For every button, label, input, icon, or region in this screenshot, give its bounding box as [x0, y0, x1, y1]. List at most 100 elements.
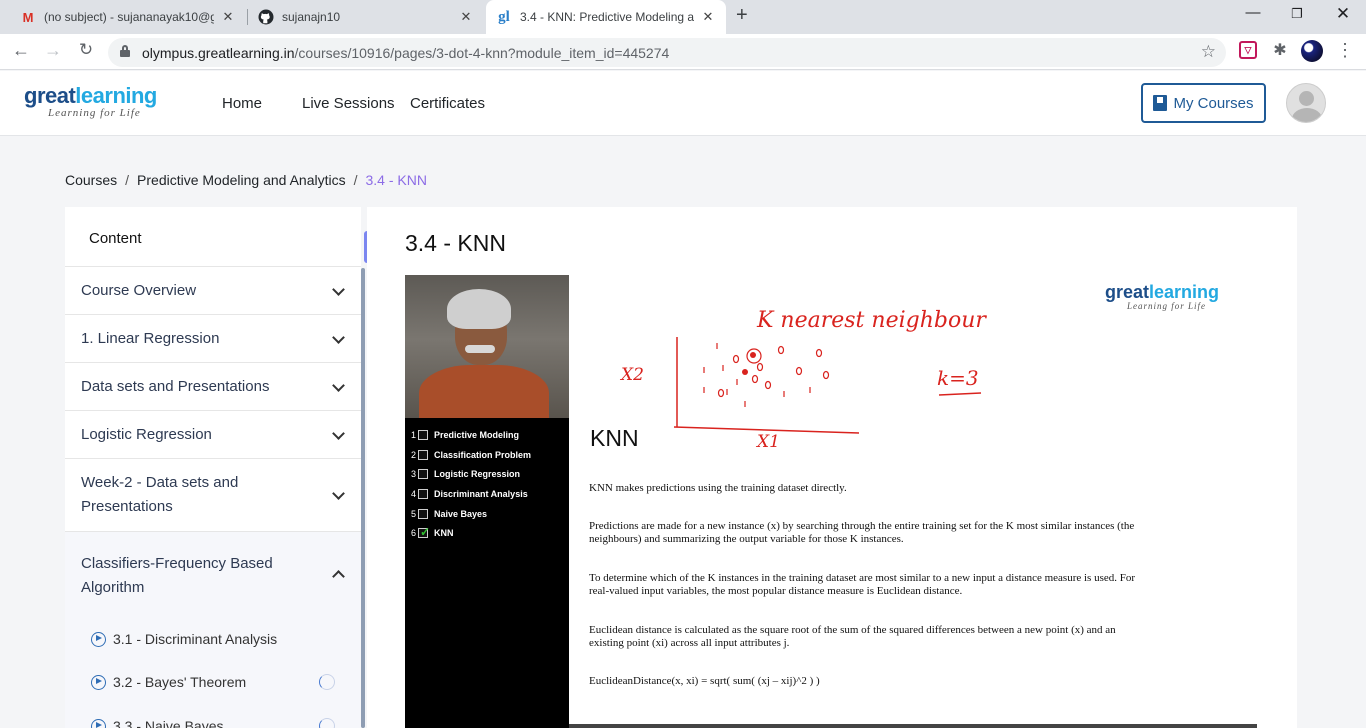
chevron-down-icon: [332, 378, 345, 392]
slide-paragraph: KNN makes predictions using the training…: [589, 482, 847, 494]
lecture-slide: greatlearning Learning for Life K neares…: [569, 275, 1257, 724]
back-icon[interactable]: ←: [9, 40, 33, 61]
close-icon[interactable]: ✕: [700, 9, 716, 25]
topic-item: 6 ✓ KNN: [411, 525, 454, 540]
sidebar-title: Content: [65, 207, 361, 267]
progress-ring-icon: [319, 718, 335, 728]
hw-k-value: k=3: [937, 366, 979, 390]
sidebar-section-logistic-regression[interactable]: Logistic Regression: [65, 411, 361, 459]
slide-paragraph: Predictions are made for a new instance …: [589, 520, 1135, 545]
section-label: Logistic Regression: [81, 425, 212, 443]
chevron-down-icon: [332, 487, 345, 500]
browser-toolbar: ← → ↻ olympus.greatlearning.in/courses/1…: [0, 34, 1366, 70]
forward-icon[interactable]: →: [41, 40, 65, 61]
close-icon[interactable]: ✕: [220, 9, 236, 25]
extensions-puzzle-icon[interactable]: ✱: [1271, 41, 1289, 59]
greatlearning-logo[interactable]: greatlearning Learning for Life: [24, 85, 157, 119]
tab-github[interactable]: sujanajn10 ✕: [248, 0, 484, 34]
close-icon[interactable]: ✕: [458, 9, 474, 25]
hw-title: K nearest neighbour: [756, 308, 987, 333]
sidebar-scrollbar[interactable]: [361, 268, 365, 728]
new-tab-button[interactable]: +: [736, 4, 748, 27]
sidebar-section-week-2[interactable]: Week-2 - Data sets and Presentations: [65, 459, 361, 532]
book-icon: [1153, 95, 1168, 111]
checkbox-icon: [418, 449, 428, 460]
instructor-video: [405, 275, 569, 418]
slide-paragraph: To determine which of the K instances in…: [589, 572, 1136, 597]
item-label: 3.2 - Bayes' Theorem: [113, 674, 247, 690]
checkbox-icon: [418, 488, 428, 499]
sidebar-item-discriminant-analysis[interactable]: 3.1 - Discriminant Analysis: [65, 616, 361, 660]
section-label: Course Overview: [81, 281, 197, 299]
checkmark-icon: ✓: [420, 525, 431, 540]
extension-pocket-icon[interactable]: ▽: [1239, 41, 1257, 59]
section-label: Data sets and Presentations: [81, 377, 270, 395]
minimize-icon[interactable]: —: [1230, 4, 1276, 21]
video-left-panel: 1 Predictive Modeling 2 Classification Pro…: [405, 275, 569, 728]
sidebar-section-linear-regression[interactable]: 1. Linear Regression: [65, 315, 361, 363]
nav-home[interactable]: Home: [222, 95, 262, 112]
slide-heading: KNN: [590, 425, 639, 451]
chevron-up-icon: [332, 570, 345, 583]
breadcrumb-current: 3.4 - KNN: [365, 172, 427, 188]
video-progress-bar[interactable]: [569, 724, 1257, 728]
item-label: 3.1 - Discriminant Analysis: [113, 631, 278, 647]
browser-profile-icon[interactable]: [1301, 40, 1323, 62]
slide-paragraph: Euclidean distance is calculated as the …: [589, 624, 1116, 649]
tab-title: sujanajn10: [282, 10, 341, 24]
topic-item: 1 Predictive Modeling: [411, 429, 520, 440]
slide-formula: EuclideanDistance(x, xi) = sqrt( sum( (x…: [589, 675, 820, 687]
section-label: Week-2 - Data sets and Presentations: [81, 474, 239, 515]
hw-underline: [938, 392, 982, 396]
github-icon: [258, 9, 274, 25]
browser-tabstrip: M (no subject) - sujananayak10@gm ✕ suja…: [0, 0, 1366, 34]
section-label: 1. Linear Regression: [81, 329, 220, 347]
hw-y-axis: X2: [619, 365, 644, 385]
hw-points: [703, 343, 830, 407]
chevron-down-icon: [332, 282, 345, 296]
sidebar-item-bayes-theorem[interactable]: 3.2 - Bayes' Theorem: [65, 660, 361, 704]
greatlearning-icon: gl: [498, 8, 510, 25]
nav-live-sessions[interactable]: Live Sessions: [302, 95, 395, 112]
browser-menu-icon[interactable]: ⋮: [1336, 40, 1354, 61]
item-label: 3.3 - Naive Bayes: [113, 718, 224, 728]
topic-item: 4 Discriminant Analysis: [411, 488, 528, 499]
hw-x-axis: X1: [755, 432, 780, 450]
sidebar-item-naive-bayes[interactable]: 3.3 - Naive Bayes: [65, 704, 361, 728]
user-avatar[interactable]: [1286, 83, 1326, 123]
nav-certificates[interactable]: Certificates: [410, 95, 485, 112]
breadcrumb-course[interactable]: Predictive Modeling and Analytics: [137, 172, 346, 188]
topic-item: 5 Naive Bayes: [411, 508, 488, 519]
progress-ring-icon: [319, 674, 335, 690]
play-circle-icon: [91, 631, 106, 647]
bookmark-star-icon[interactable]: ☆: [1201, 42, 1216, 62]
content-sidebar: Content Course Overview 1. Linear Regres…: [65, 207, 361, 728]
restore-icon[interactable]: ❐: [1274, 6, 1320, 22]
topic-item: 2 Classification Problem: [411, 449, 532, 460]
chevron-down-icon: [332, 330, 345, 344]
checkbox-icon: [418, 508, 428, 519]
section-label: Classifiers-Frequency Based Algorithm: [81, 555, 273, 596]
breadcrumb: Courses / Predictive Modeling and Analytic…: [65, 172, 427, 188]
checkbox-icon: ✓: [418, 525, 431, 540]
reload-icon[interactable]: ↻: [74, 40, 98, 60]
address-bar[interactable]: olympus.greatlearning.in/courses/10916/p…: [108, 38, 1226, 67]
handwritten-annotation: K nearest neighbour X2 X1 k=3: [619, 308, 987, 450]
tab-title: 3.4 - KNN: Predictive Modeling a: [520, 10, 694, 24]
sidebar-section-course-overview[interactable]: Course Overview: [65, 267, 361, 315]
checkbox-icon: [418, 469, 428, 480]
topic-list: 1 Predictive Modeling 2 Classification Pro…: [411, 425, 567, 543]
sidebar-section-classifiers[interactable]: Classifiers-Frequency Based Algorithm: [65, 532, 361, 616]
sidebar-section-data-sets[interactable]: Data sets and Presentations: [65, 363, 361, 411]
breadcrumb-courses[interactable]: Courses: [65, 172, 117, 188]
tab-title: (no subject) - sujananayak10@gm: [44, 10, 214, 24]
window-close-icon[interactable]: ✕: [1320, 4, 1366, 24]
video-player[interactable]: 1 Predictive Modeling 2 Classification Pro…: [405, 275, 1257, 728]
page-title: 3.4 - KNN: [405, 230, 506, 256]
url-text: olympus.greatlearning.in/courses/10916/p…: [142, 45, 670, 61]
tab-knn[interactable]: gl 3.4 - KNN: Predictive Modeling a ✕: [486, 0, 726, 34]
my-courses-button[interactable]: My Courses: [1141, 83, 1266, 123]
tab-gmail[interactable]: M (no subject) - sujananayak10@gm ✕: [10, 0, 246, 34]
checkbox-icon: [418, 429, 428, 440]
my-courses-label: My Courses: [1173, 94, 1254, 112]
